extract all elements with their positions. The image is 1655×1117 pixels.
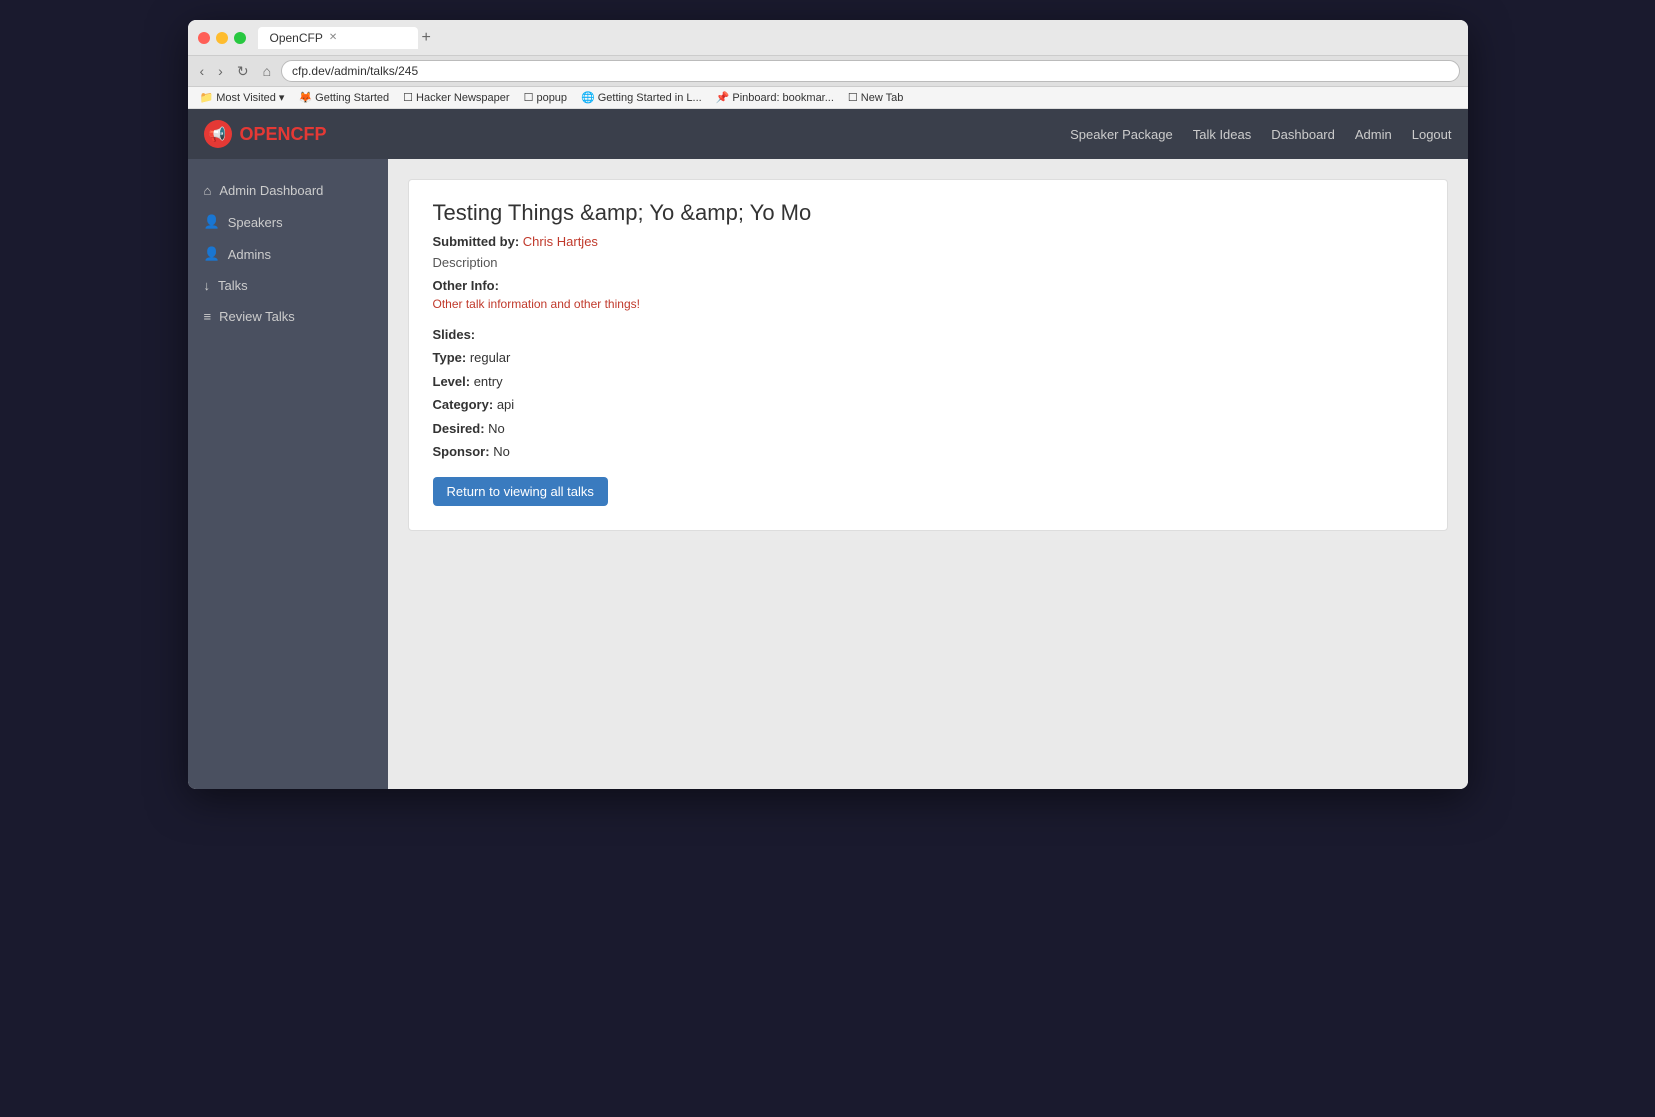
sidebar-item-talks[interactable]: ↓ Talks xyxy=(188,270,388,301)
window-controls xyxy=(198,32,246,44)
bookmark-popup[interactable]: ☐ popup xyxy=(520,90,571,105)
desired-label: Desired: xyxy=(433,421,485,436)
home-button[interactable]: ⌂ xyxy=(259,61,275,81)
bookmark-pinboard[interactable]: 📌 Pinboard: bookmar... xyxy=(712,90,838,105)
content-area: Testing Things &amp; Yo &amp; Yo Mo Subm… xyxy=(388,159,1468,789)
sidebar-item-admins[interactable]: 👤 Admins xyxy=(188,238,388,270)
browser-titlebar: OpenCFP ✕ + xyxy=(188,20,1468,56)
address-bar: ‹ › ↻ ⌂ xyxy=(188,56,1468,87)
new-tab-button[interactable]: + xyxy=(418,29,435,47)
level-label: Level: xyxy=(433,374,471,389)
logo-area: 📢 OPENCFP xyxy=(204,120,327,148)
sidebar-label-admin-dashboard: Admin Dashboard xyxy=(219,183,323,198)
sidebar-label-admins: Admins xyxy=(228,247,271,262)
nav-dashboard[interactable]: Dashboard xyxy=(1271,127,1335,142)
category-label: Category: xyxy=(433,397,494,412)
category-value: api xyxy=(497,397,514,412)
type-row: Type: regular xyxy=(433,346,1423,369)
level-value: entry xyxy=(474,374,503,389)
main-area: ⌂ Admin Dashboard 👤 Speakers 👤 Admins ↓ … xyxy=(188,159,1468,789)
desired-value: No xyxy=(488,421,505,436)
logo-open: OPEN xyxy=(240,124,291,144)
type-value: regular xyxy=(470,350,510,365)
sidebar: ⌂ Admin Dashboard 👤 Speakers 👤 Admins ↓ … xyxy=(188,159,388,789)
level-row: Level: entry xyxy=(433,370,1423,393)
sidebar-label-talks: Talks xyxy=(218,278,248,293)
submitted-by-label: Submitted by: xyxy=(433,234,520,249)
sidebar-item-review-talks[interactable]: ≡ Review Talks xyxy=(188,301,388,332)
other-info-label: Other Info: xyxy=(433,278,1423,293)
url-input[interactable] xyxy=(281,60,1459,82)
bookmark-new-tab[interactable]: ☐ New Tab xyxy=(844,90,907,105)
app-container: 📢 OPENCFP Speaker Package Talk Ideas Das… xyxy=(188,109,1468,789)
sponsor-value: No xyxy=(493,444,510,459)
tab-title: OpenCFP xyxy=(270,31,323,45)
nav-talk-ideas[interactable]: Talk Ideas xyxy=(1193,127,1252,142)
type-label: Type: xyxy=(433,350,467,365)
talks-icon: ↓ xyxy=(204,278,211,293)
bookmark-getting-started[interactable]: 🦊 Getting Started xyxy=(294,90,393,105)
category-row: Category: api xyxy=(433,393,1423,416)
browser-window: OpenCFP ✕ + ‹ › ↻ ⌂ 📁 Most Visited ▾ 🦊 G… xyxy=(188,20,1468,789)
sidebar-item-speakers[interactable]: 👤 Speakers xyxy=(188,206,388,238)
author-name[interactable]: Chris Hartjes xyxy=(523,234,598,249)
desired-row: Desired: No xyxy=(433,417,1423,440)
back-button[interactable]: ‹ xyxy=(196,61,209,81)
forward-button[interactable]: › xyxy=(214,61,227,81)
sponsor-row: Sponsor: No xyxy=(433,440,1423,463)
return-to-all-talks-button[interactable]: Return to viewing all talks xyxy=(433,477,608,506)
bookmark-hacker-newspaper[interactable]: ☐ Hacker Newspaper xyxy=(399,90,513,105)
nav-links: Speaker Package Talk Ideas Dashboard Adm… xyxy=(1070,127,1451,142)
nav-admin[interactable]: Admin xyxy=(1355,127,1392,142)
speakers-icon: 👤 xyxy=(204,214,220,230)
talk-card: Testing Things &amp; Yo &amp; Yo Mo Subm… xyxy=(408,179,1448,531)
tab-close-icon[interactable]: ✕ xyxy=(329,32,337,43)
talk-meta: Slides: Type: regular Level: entry Ca xyxy=(433,323,1423,463)
talk-title: Testing Things &amp; Yo &amp; Yo Mo xyxy=(433,200,1423,226)
top-navigation: 📢 OPENCFP Speaker Package Talk Ideas Das… xyxy=(188,109,1468,159)
bookmark-getting-started-l[interactable]: 🌐 Getting Started in L... xyxy=(577,90,706,105)
reload-button[interactable]: ↻ xyxy=(233,61,253,82)
nav-speaker-package[interactable]: Speaker Package xyxy=(1070,127,1173,142)
other-info-text: Other talk information and other things! xyxy=(433,297,1423,311)
slides-row: Slides: xyxy=(433,323,1423,346)
description-label: Description xyxy=(433,255,1423,270)
sidebar-label-speakers: Speakers xyxy=(228,215,283,230)
minimize-button[interactable] xyxy=(216,32,228,44)
logo-cfp: CFP xyxy=(291,124,327,144)
bookmarks-bar: 📁 Most Visited ▾ 🦊 Getting Started ☐ Hac… xyxy=(188,87,1468,109)
logo-text: OPENCFP xyxy=(240,124,327,145)
logo-icon: 📢 xyxy=(204,120,232,148)
sponsor-label: Sponsor: xyxy=(433,444,490,459)
bookmark-most-visited[interactable]: 📁 Most Visited ▾ xyxy=(196,90,289,105)
review-icon: ≡ xyxy=(204,309,212,324)
sidebar-item-admin-dashboard[interactable]: ⌂ Admin Dashboard xyxy=(188,175,388,206)
nav-logout[interactable]: Logout xyxy=(1412,127,1452,142)
maximize-button[interactable] xyxy=(234,32,246,44)
sidebar-label-review-talks: Review Talks xyxy=(219,309,295,324)
slides-label: Slides: xyxy=(433,327,476,342)
browser-tab[interactable]: OpenCFP ✕ xyxy=(258,27,418,49)
home-icon: ⌂ xyxy=(204,183,212,198)
close-button[interactable] xyxy=(198,32,210,44)
admins-icon: 👤 xyxy=(204,246,220,262)
submitted-by-line: Submitted by: Chris Hartjes xyxy=(433,234,1423,249)
